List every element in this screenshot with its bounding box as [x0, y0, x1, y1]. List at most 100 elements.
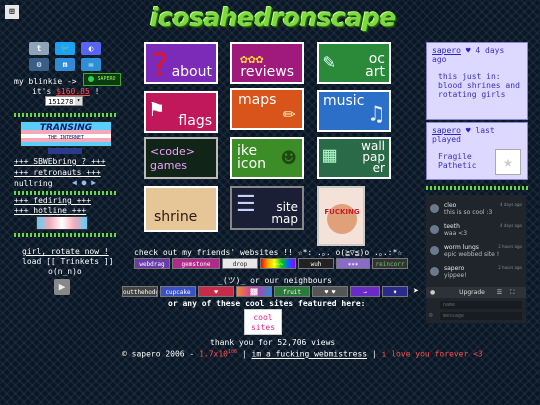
- chat-message: sapero 2 hours ago yippee!: [430, 265, 524, 283]
- avatar: [430, 225, 439, 234]
- flag-icon: ⚑: [150, 97, 164, 122]
- girl-rotate-link[interactable]: girl, rotate now !: [22, 247, 109, 256]
- tile-ike-icon[interactable]: ike icon ☻: [230, 137, 304, 179]
- price-line: it's $160.85 !: [32, 87, 99, 96]
- tile-reviews[interactable]: ✿✿✿ reviews: [230, 42, 304, 84]
- twitter-icon[interactable]: 🐦: [55, 42, 75, 55]
- divider: [426, 186, 528, 190]
- neighbour-badge[interactable]: ♦: [382, 286, 408, 297]
- tile-label: FUCKING RICE: [324, 208, 360, 216]
- price-suffix: !: [94, 87, 100, 96]
- blinkie-image: SAPERO: [83, 73, 121, 86]
- webring-hotline[interactable]: +++ hotline +++: [14, 206, 86, 215]
- webring-sbwebring[interactable]: +++ SBWEbring ? +++: [14, 157, 106, 166]
- neighbour-badge[interactable]: cupcake: [160, 286, 196, 297]
- webring-button[interactable]: [36, 216, 88, 230]
- email-icon[interactable]: ✉: [81, 58, 101, 71]
- upgrade-button[interactable]: Upgrade: [459, 289, 485, 296]
- settings-icon[interactable]: ☰: [497, 289, 502, 296]
- divider: [14, 113, 118, 117]
- question-mark-icon: ?: [150, 46, 170, 84]
- avatar: [430, 267, 439, 276]
- cool-sites-button[interactable]: cool sites: [244, 309, 282, 335]
- neighbour-badge[interactable]: outthehodge: [122, 286, 158, 297]
- tile-rice-image[interactable]: FUCKING RICE: [317, 186, 365, 246]
- face-text: o(n_n)o: [48, 267, 82, 276]
- chat-message: cleo 4 days ago this is so cool :3: [430, 202, 524, 220]
- game-cover-icon: ★: [495, 149, 521, 175]
- webring-retronauts[interactable]: +++ retronauts +++: [14, 168, 101, 177]
- copyright-prefix: © sapero 2006 -: [122, 349, 195, 359]
- friend-badge[interactable]: drop: [222, 258, 258, 269]
- webring-nullring[interactable]: nullring: [14, 179, 53, 188]
- avatar: [430, 204, 439, 213]
- transing-title: TRANSING: [39, 123, 93, 133]
- tile-music[interactable]: music ♫: [317, 90, 391, 132]
- site-title[interactable]: icosahedronscape: [150, 3, 396, 33]
- last-played-game[interactable]: Fragile Pathetic: [432, 152, 488, 170]
- neighbour-badge[interactable]: ♥: [198, 286, 234, 297]
- price-link[interactable]: $160.85: [56, 87, 90, 96]
- chat-time: 4 days ago: [500, 223, 522, 228]
- corner-logo-icon: ⊞: [5, 5, 19, 19]
- chat-message-input[interactable]: message: [440, 312, 522, 320]
- neighbour-badge[interactable]: →: [350, 286, 380, 297]
- tile-about[interactable]: ? about: [144, 42, 218, 84]
- tile-label: about: [171, 64, 212, 80]
- transing-subtitle: THE INTERNET: [47, 135, 85, 141]
- tile-label: flags: [178, 113, 212, 129]
- tile-oc-art[interactable]: ✎ oc art: [317, 42, 391, 84]
- separator: |: [241, 349, 247, 359]
- cursor-icon: ➤: [413, 286, 420, 297]
- status-user-link[interactable]: sapero: [432, 46, 461, 55]
- steam-icon[interactable]: ⚙: [29, 58, 49, 71]
- discord-icon[interactable]: ◐: [81, 42, 101, 55]
- counter-dropdown-icon[interactable]: ▾: [75, 97, 82, 105]
- neighbours-heading: _(ツ)_ or our neighbours: [218, 276, 332, 285]
- tile-code-games[interactable]: <code> games: [144, 137, 218, 179]
- avatar: [430, 246, 439, 255]
- neighbour-badge[interactable]: fruit: [274, 286, 310, 297]
- nullring-arrows-icon[interactable]: ◀ ● ▶: [72, 178, 106, 188]
- friend-badge[interactable]: wuh: [298, 258, 334, 269]
- last-played-user-link[interactable]: sapero: [432, 126, 461, 135]
- neighbour-badge[interactable]: ▓▓: [236, 286, 272, 297]
- webmistress-link[interactable]: im a fucking webmistress: [252, 350, 368, 359]
- webring-fediring[interactable]: +++ fediring +++: [14, 196, 91, 205]
- blinkie-label: my blinkie ->: [14, 77, 77, 86]
- tile-label: site map: [271, 200, 298, 226]
- user-icon[interactable]: ●: [430, 289, 435, 296]
- chatbox: cleo 4 days ago this is so cool :3 teeth…: [426, 195, 526, 323]
- friend-badge[interactable]: gemstone: [172, 258, 220, 269]
- play-icon[interactable]: ▶: [54, 279, 70, 295]
- blinkie-text: SAPERO: [97, 76, 116, 82]
- exponent-base: 1.7x10: [199, 349, 228, 359]
- expand-icon[interactable]: ⛶: [510, 289, 514, 296]
- last-played-box: sapero ♥ last played Fragile Pathetic ★: [426, 122, 528, 180]
- tile-shrine[interactable]: shrine: [144, 186, 218, 232]
- tile-maps[interactable]: maps ✏: [230, 88, 304, 130]
- load-trinkets-link[interactable]: load [[ Trinkets ]]: [22, 257, 114, 266]
- status-box: sapero ♥ 4 days ago this just in: blood …: [426, 42, 528, 120]
- tile-wallpaper[interactable]: ▦ wall pap er: [317, 137, 391, 179]
- tile-site-map[interactable]: ☰ site map: [230, 186, 304, 230]
- chat-text: this is so cool :3: [444, 209, 493, 216]
- emoji-icon[interactable]: ☺: [429, 312, 433, 319]
- transing-banner[interactable]: TRANSING THE INTERNET: [20, 121, 112, 147]
- tumblr-icon[interactable]: t: [29, 42, 49, 55]
- list-icon: ☰: [236, 192, 256, 217]
- friends-heading: check out my friends' websites !! ☆*: .｡…: [134, 248, 403, 257]
- mastodon-icon[interactable]: m: [55, 58, 75, 71]
- neighbour-badge[interactable]: ♥ ♥: [312, 286, 348, 297]
- tile-flags[interactable]: ⚑ flags: [144, 91, 218, 133]
- friend-badge[interactable]: ✶✶✶: [336, 258, 370, 269]
- friend-badge[interactable]: ~~~: [260, 258, 296, 269]
- friend-badge[interactable]: reincorr: [372, 258, 408, 269]
- tile-label: ike icon: [237, 143, 267, 172]
- chat-name-input[interactable]: name: [440, 301, 522, 309]
- copyright-line: © sapero 2006 - 1.7x10106 | im a fucking…: [122, 349, 483, 359]
- friend-badge[interactable]: webdrag: [134, 258, 170, 269]
- chat-text: waa <3: [444, 230, 468, 237]
- chat-message: teeth 4 days ago waa <3: [430, 223, 524, 241]
- featured-heading: or any of these cool sites featured here…: [168, 299, 366, 308]
